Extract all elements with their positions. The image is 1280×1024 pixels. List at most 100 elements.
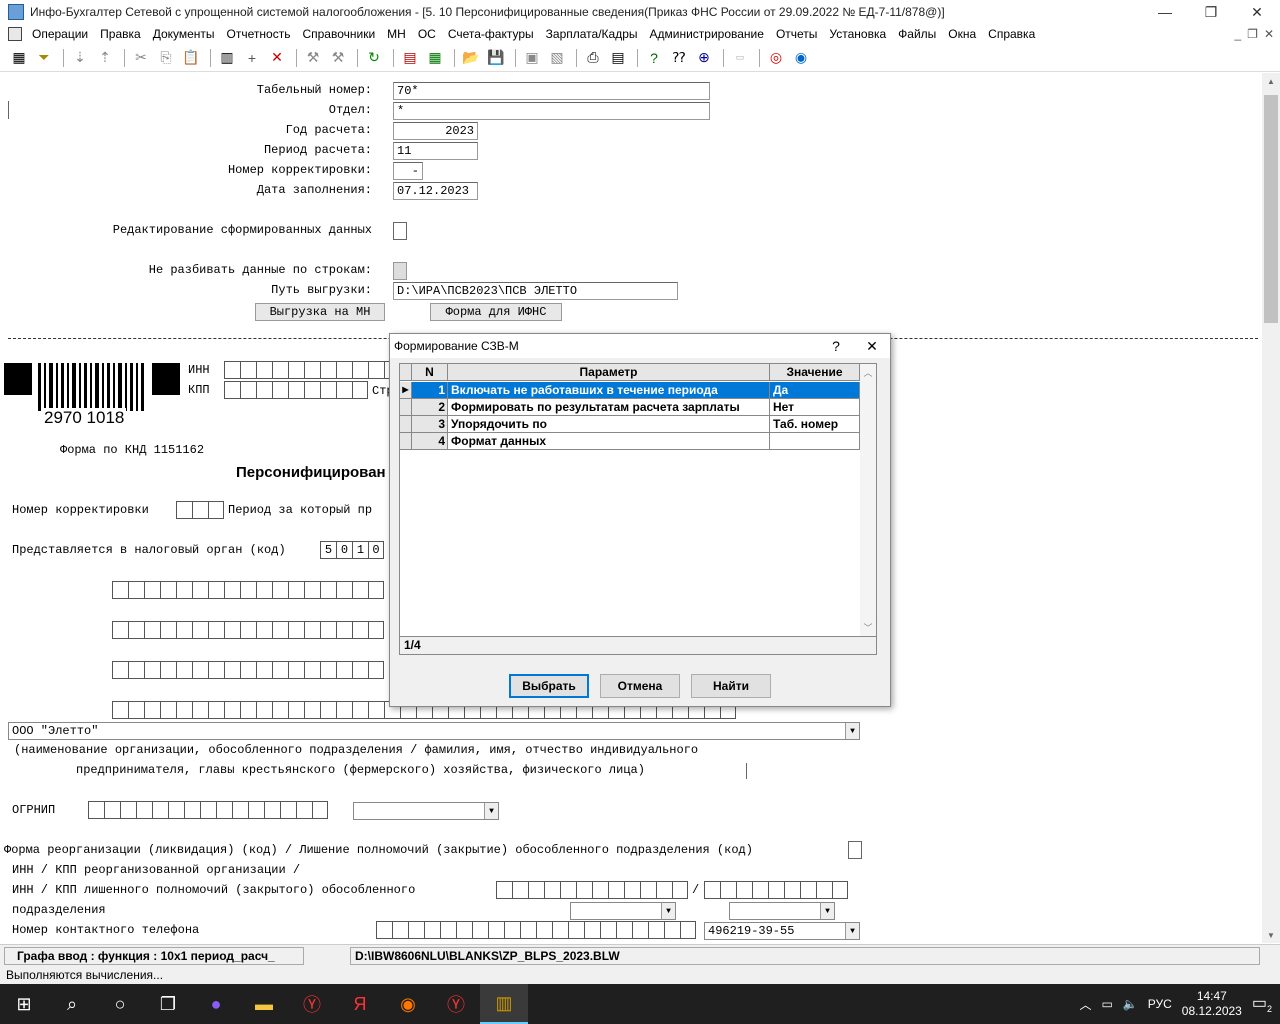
restore-button[interactable]: ❐: [1188, 0, 1234, 24]
find-button[interactable]: Найти: [691, 674, 771, 698]
grid-row[interactable]: ▶ 1 Включать не работавших в течение пер…: [400, 382, 860, 399]
language-indicator[interactable]: РУС: [1148, 997, 1172, 1011]
network-icon[interactable]: ▭: [1101, 997, 1112, 1011]
grid-scroll-up-icon[interactable]: ︿: [860, 366, 876, 379]
grid-row[interactable]: 2 Формировать по результатам расчета зар…: [400, 399, 860, 416]
dept-input[interactable]: *: [393, 102, 710, 120]
chevron-down-icon[interactable]: ▼: [845, 723, 859, 739]
grid-row[interactable]: 3 Упорядочить по Таб. номер: [400, 416, 860, 433]
filter-icon[interactable]: ⏷: [33, 47, 55, 69]
menu-settings[interactable]: Установка: [823, 27, 892, 41]
reorg-inn-combo[interactable]: ▼: [570, 902, 676, 920]
print-icon[interactable]: ⎙: [582, 47, 604, 69]
dialog-help-button[interactable]: ?: [818, 338, 854, 354]
period-input[interactable]: 11: [393, 142, 478, 160]
chevron-down-icon[interactable]: ▼: [845, 923, 859, 939]
phone-cells[interactable]: [376, 921, 696, 939]
reorg-kpp-cells[interactable]: [704, 881, 848, 899]
cortana-icon[interactable]: ○: [96, 984, 144, 1024]
row-value[interactable]: Нет: [770, 399, 860, 415]
menu-documents[interactable]: Документы: [147, 27, 221, 41]
minimize-button[interactable]: —: [1142, 0, 1188, 24]
path-input[interactable]: D:\ИРА\ПСВ2023\ПСВ ЭЛЕТТО: [393, 282, 678, 300]
save-icon[interactable]: 💾: [485, 47, 507, 69]
scroll-down-icon[interactable]: ▼: [1262, 927, 1280, 943]
row-value[interactable]: Да: [770, 382, 860, 398]
windows-start-icon[interactable]: ⊞: [0, 984, 48, 1024]
ogrnip-combo[interactable]: ▼: [353, 802, 499, 820]
ogrnip-cells[interactable]: [88, 801, 328, 819]
clock[interactable]: 14:47 08.12.2023: [1182, 989, 1242, 1019]
notification-icon[interactable]: ▭2: [1252, 993, 1272, 1014]
name-cells-row-1[interactable]: [112, 581, 384, 599]
row-value[interactable]: [770, 433, 860, 449]
year-input[interactable]: 2023: [393, 122, 478, 140]
chevron-down-icon[interactable]: ▼: [661, 903, 675, 919]
menu-mn[interactable]: МН: [381, 27, 412, 41]
row-value[interactable]: Таб. номер: [770, 416, 860, 432]
menu-salary[interactable]: Зарплата/Кадры: [540, 27, 644, 41]
nosplit-checkbox[interactable]: [393, 262, 407, 280]
scroll-thumb[interactable]: [1264, 95, 1278, 323]
volume-icon[interactable]: 🔈: [1123, 997, 1138, 1011]
menu-edit[interactable]: Правка: [94, 27, 147, 41]
report-icon[interactable]: ▤: [399, 47, 421, 69]
mdi-restore-button[interactable]: ❐: [1247, 27, 1258, 41]
grid-row[interactable]: 4 Формат данных: [400, 433, 860, 450]
copy-icon[interactable]: ⎘: [155, 47, 177, 69]
dialog-close-button[interactable]: ✕: [854, 338, 890, 355]
menu-files[interactable]: Файлы: [892, 27, 942, 41]
tool2-icon[interactable]: ⚒: [327, 47, 349, 69]
system-menu-icon[interactable]: [8, 26, 22, 41]
yandex-browser-icon[interactable]: Ⓨ: [288, 984, 336, 1024]
grid-header-value[interactable]: Значение: [770, 364, 860, 380]
module-icon[interactable]: ▭: [729, 47, 751, 69]
globe-icon[interactable]: ◉: [790, 47, 812, 69]
menu-os[interactable]: ОС: [412, 27, 442, 41]
preview-icon[interactable]: ▤: [607, 47, 629, 69]
open-folder-icon[interactable]: 📂: [460, 47, 482, 69]
help-icon[interactable]: ?: [643, 47, 665, 69]
phone-combo[interactable]: 496219-39-55 ▼: [704, 922, 860, 940]
name-cells-row-2[interactable]: [112, 621, 384, 639]
grid-header-param[interactable]: Параметр: [448, 364, 770, 380]
calculator-icon[interactable]: ▦: [8, 47, 30, 69]
form-scrollbar[interactable]: ▲ ▼: [1262, 73, 1280, 943]
menu-operations[interactable]: Операции: [26, 27, 94, 41]
paste-icon[interactable]: 📋: [180, 47, 202, 69]
corr-number-cells[interactable]: [176, 501, 224, 519]
chevron-down-icon[interactable]: ▼: [484, 803, 498, 819]
task-view-icon[interactable]: ❐: [144, 984, 192, 1024]
delete-icon[interactable]: ✕: [266, 47, 288, 69]
kpp-cells[interactable]: [224, 381, 368, 399]
grid-scrollbar[interactable]: ︿ ﹀: [860, 364, 876, 636]
compass-icon[interactable]: ⊕: [693, 47, 715, 69]
spreadsheet-icon[interactable]: ▦: [424, 47, 446, 69]
date-input[interactable]: 07.12.2023: [393, 182, 478, 200]
select-button[interactable]: Выбрать: [509, 674, 589, 698]
mdi-close-button[interactable]: ✕: [1264, 27, 1274, 41]
cut-icon[interactable]: ✂: [130, 47, 152, 69]
file-explorer-icon[interactable]: ▬: [240, 984, 288, 1024]
cancel-button[interactable]: Отмена: [600, 674, 680, 698]
barcode-icon[interactable]: ▥: [216, 47, 238, 69]
scroll-up-icon[interactable]: ▲: [1262, 73, 1280, 89]
image-icon[interactable]: ▣: [521, 47, 543, 69]
yandex-icon[interactable]: Я: [336, 984, 384, 1024]
search-icon[interactable]: ⌕: [48, 984, 96, 1024]
menu-reports[interactable]: Отчеты: [770, 27, 823, 41]
menu-windows[interactable]: Окна: [942, 27, 982, 41]
reorg-kpp-combo[interactable]: ▼: [729, 902, 835, 920]
infobuh-app-icon[interactable]: ▥: [480, 984, 528, 1024]
menu-references[interactable]: Справочники: [296, 27, 381, 41]
edit-data-checkbox[interactable]: [393, 222, 407, 240]
menu-admin[interactable]: Администрирование: [644, 27, 770, 41]
name-cells-row-3[interactable]: [112, 661, 384, 679]
menu-help[interactable]: Справка: [982, 27, 1041, 41]
close-button[interactable]: ✕: [1234, 0, 1280, 24]
yandex-browser-2-icon[interactable]: Ⓨ: [432, 984, 480, 1024]
firefox-icon[interactable]: ◉: [384, 984, 432, 1024]
tax-org-cells[interactable]: 5 0 1 0: [320, 541, 384, 559]
chevron-down-icon[interactable]: ▼: [820, 903, 834, 919]
menu-invoices[interactable]: Счета-фактуры: [442, 27, 540, 41]
